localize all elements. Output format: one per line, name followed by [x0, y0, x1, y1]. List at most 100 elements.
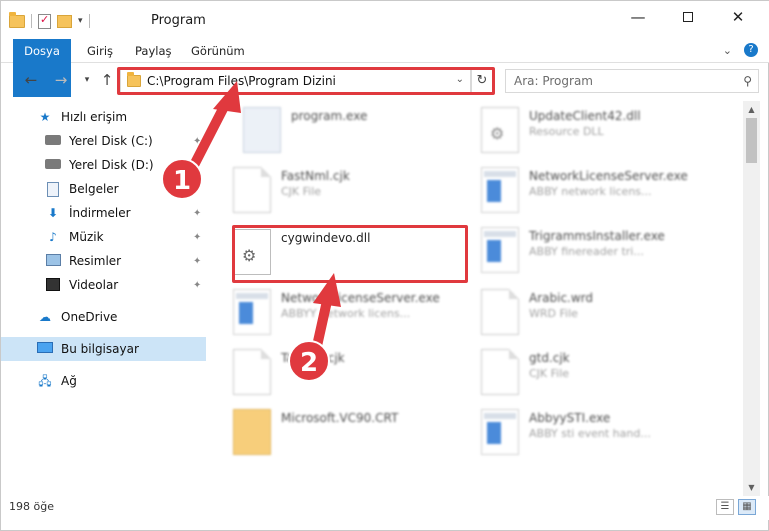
document-icon: [233, 349, 271, 395]
file-item[interactable]: TrigrammsInstaller.exe ABBY finereader t…: [459, 221, 699, 279]
minimize-button[interactable]: —: [615, 1, 661, 33]
sidebar-item-label: Resimler: [69, 254, 122, 268]
sidebar-item-this-pc[interactable]: Bu bilgisayar: [1, 337, 206, 361]
navigation-pane: ★ Hızlı erişim Yerel Disk (C:) ✦ Yerel D…: [1, 101, 208, 496]
toolbar-separator: [31, 14, 32, 28]
pin-icon[interactable]: ✦: [193, 208, 201, 219]
address-highlight-box: [117, 67, 495, 95]
scroll-up-icon[interactable]: ▲: [743, 101, 760, 118]
large-icons-view-icon[interactable]: ▦: [738, 499, 756, 515]
ribbon-tabs: Dosya Giriş Paylaş Görünüm ⌄ ?: [1, 39, 769, 97]
details-view-icon[interactable]: ☰: [716, 499, 734, 515]
window-title: Program: [151, 13, 206, 28]
sidebar-item-label: Bu bilgisayar: [61, 342, 139, 356]
maximize-icon: [683, 12, 693, 22]
sidebar-item-label: İndirmeler: [69, 206, 131, 220]
documents-icon: [47, 182, 59, 197]
cloud-icon: ☁: [39, 310, 51, 324]
file-item[interactable]: ⚙ UpdateClient42.dll Resource DLL: [459, 101, 699, 159]
file-type: ABBYY network licens...: [281, 307, 411, 320]
computer-icon: [37, 342, 53, 353]
file-name: AbbyySTI.exe: [529, 411, 611, 425]
title-bar: ▾ Program — ✕: [1, 1, 769, 39]
file-type: CJK File: [281, 185, 322, 198]
pin-icon[interactable]: ✦: [193, 256, 201, 267]
scroll-thumb[interactable]: [746, 118, 757, 163]
pin-icon[interactable]: ✦: [193, 280, 201, 291]
scroll-down-icon[interactable]: ▼: [743, 479, 760, 496]
file-item[interactable]: Tab1en.cjk: [211, 343, 451, 401]
sidebar-item-documents[interactable]: Belgeler: [1, 177, 206, 201]
file-type: WRD File: [529, 307, 578, 320]
file-item[interactable]: program.exe: [221, 101, 461, 159]
ribbon-controls: ⌄ ?: [723, 43, 758, 57]
videos-icon: [46, 278, 60, 291]
exe-file-icon: [233, 289, 271, 335]
item-count: 198 öğe: [9, 500, 54, 513]
folder-icon: [233, 409, 271, 455]
status-bar: 198 öğe ☰ ▦: [1, 496, 769, 520]
file-item[interactable]: NetworkLicenseServer.exe ABBYY network l…: [211, 283, 451, 341]
gear-icon: ⚙: [490, 124, 505, 143]
file-list: program.exe FastNml.cjk CJK File ⚙ cygwi…: [211, 101, 743, 496]
forward-button[interactable]: →: [51, 69, 71, 91]
maximize-button[interactable]: [665, 1, 711, 33]
program-icon: [243, 107, 281, 153]
file-name: TrigrammsInstaller.exe: [529, 229, 665, 243]
pin-icon[interactable]: ✦: [193, 232, 201, 243]
file-name: Microsoft.VC90.CRT: [281, 411, 399, 425]
sidebar-item-label: Videolar: [69, 278, 119, 292]
file-item[interactable]: gtd.cjk CJK File: [459, 343, 699, 401]
tab-home[interactable]: Giriş: [87, 39, 113, 63]
sidebar-item-label: Yerel Disk (D:): [69, 158, 154, 172]
sidebar-item-network[interactable]: 🖧 Ağ: [1, 369, 206, 393]
sidebar-item-videos[interactable]: Videolar ✦: [1, 273, 206, 297]
folder-icon: [9, 11, 25, 28]
file-type: ABBY sti event hand...: [529, 427, 651, 440]
help-icon[interactable]: ?: [744, 43, 758, 57]
document-icon: [481, 289, 519, 335]
sidebar-item-pictures[interactable]: Resimler ✦: [1, 249, 206, 273]
new-folder-icon[interactable]: [57, 14, 72, 28]
sidebar-item-label: OneDrive: [61, 310, 118, 324]
file-item[interactable]: AbbyySTI.exe ABBY sti event hand...: [459, 403, 699, 461]
pin-icon[interactable]: ✦: [193, 136, 201, 147]
pictures-icon: [45, 254, 61, 266]
back-button[interactable]: ←: [21, 69, 41, 91]
exe-file-icon: [481, 167, 519, 213]
view-toggle: ☰ ▦: [716, 499, 756, 515]
sidebar-item-quick-access[interactable]: ★ Hızlı erişim: [1, 105, 206, 129]
file-item[interactable]: NetworkLicenseServer.exe ABBY network li…: [459, 161, 699, 219]
properties-icon[interactable]: [38, 13, 51, 29]
sidebar-item-disk-d[interactable]: Yerel Disk (D:): [1, 153, 206, 177]
search-input[interactable]: Ara: Program: [514, 74, 593, 88]
tab-share[interactable]: Paylaş: [135, 39, 172, 63]
music-icon: ♪: [49, 230, 57, 244]
network-icon: 🖧: [38, 374, 52, 388]
file-type: Resource DLL: [529, 125, 604, 138]
file-name: NetworkLicenseServer.exe: [281, 291, 440, 305]
exe-file-icon: [481, 409, 519, 455]
file-name: NetworkLicenseServer.exe: [529, 169, 688, 183]
file-type: ABBY finereader tri...: [529, 245, 644, 258]
file-item[interactable]: FastNml.cjk CJK File: [211, 161, 451, 219]
expand-ribbon-icon[interactable]: ⌄: [723, 44, 732, 57]
file-item[interactable]: Arabic.wrd WRD File: [459, 283, 699, 341]
dll-file-icon: ⚙: [481, 107, 519, 153]
sidebar-item-label: Müzik: [69, 230, 104, 244]
customize-toolbar-icon[interactable]: ▾: [78, 16, 83, 26]
file-item[interactable]: Microsoft.VC90.CRT: [211, 403, 451, 461]
vertical-scrollbar[interactable]: ▲ ▼: [743, 101, 760, 496]
exe-file-icon: [481, 227, 519, 273]
sidebar-item-disk-c[interactable]: Yerel Disk (C:) ✦: [1, 129, 206, 153]
sidebar-item-label: Yerel Disk (C:): [69, 134, 153, 148]
tab-view[interactable]: Görünüm: [191, 39, 245, 63]
close-button[interactable]: ✕: [715, 1, 761, 33]
up-button[interactable]: ↑: [97, 69, 117, 91]
sidebar-item-onedrive[interactable]: ☁ OneDrive: [1, 305, 206, 329]
explorer-window: ▾ Program — ✕ Dosya Giriş Paylaş Görünüm…: [0, 0, 769, 531]
recent-locations-button[interactable]: ▾: [77, 69, 97, 91]
sidebar-item-music[interactable]: ♪ Müzik ✦: [1, 225, 206, 249]
sidebar-item-downloads[interactable]: ⬇ İndirmeler ✦: [1, 201, 206, 225]
search-box[interactable]: Ara: Program ⚲: [505, 69, 759, 93]
